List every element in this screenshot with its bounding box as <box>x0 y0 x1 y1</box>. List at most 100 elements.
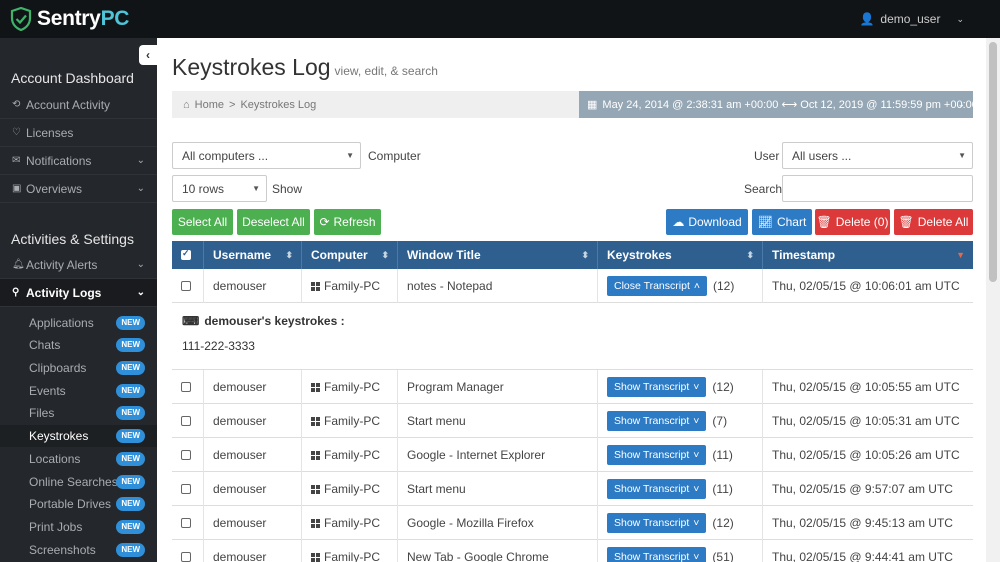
row-checkbox-cell[interactable] <box>172 404 204 438</box>
sidebar-collapse-button[interactable]: ‹ <box>139 45 157 65</box>
row-checkbox-cell[interactable] <box>172 438 204 472</box>
windows-icon <box>311 281 320 291</box>
row-checkbox-cell[interactable] <box>172 540 204 562</box>
row-checkbox-cell[interactable] <box>172 472 204 506</box>
column-header-username[interactable]: Username ⬍ <box>204 241 302 269</box>
table-row[interactable]: demouser Family-PC Start menu Show Trans… <box>172 472 973 506</box>
delete-all-button[interactable]: 🗑︎ Delete All <box>894 209 973 235</box>
username-cell: demouser <box>204 438 302 472</box>
sidebar-item-overviews[interactable]: ▣ Overviews ⌄ <box>0 175 157 203</box>
row-checkbox[interactable] <box>181 382 191 392</box>
computer-cell: Family-PC <box>302 506 398 540</box>
download-button[interactable]: ☁ Download <box>666 209 748 235</box>
table-row[interactable]: demouser Family-PC notes - Notepad Close… <box>172 269 973 303</box>
logo[interactable]: SentryPC <box>10 7 129 31</box>
sidebar-item-events[interactable]: Events NEW <box>0 380 157 402</box>
new-badge: NEW <box>116 452 145 466</box>
select-all-button[interactable]: Select All <box>172 209 233 235</box>
row-checkbox[interactable] <box>181 518 191 528</box>
delete-label: Delete (0) <box>835 215 889 229</box>
chart-label: Chart <box>776 215 807 229</box>
table-row[interactable]: demouser Family-PC Google - Mozilla Fire… <box>172 506 973 540</box>
user-icon: 👤 <box>859 12 875 26</box>
sidebar-item-screenshots[interactable]: Screenshots NEW <box>0 539 157 561</box>
row-checkbox[interactable] <box>181 450 191 460</box>
search-input[interactable] <box>782 175 973 202</box>
sidebar-item-locations[interactable]: Locations NEW <box>0 448 157 470</box>
computer-select[interactable]: All computers ... ▼ <box>172 142 361 169</box>
envelope-icon: ✉ <box>12 155 21 166</box>
transcript-text: 111-222-3333 <box>182 339 255 353</box>
sidebar-item-files[interactable]: Files NEW <box>0 402 157 424</box>
sidebar-item-label: Locations <box>29 452 81 466</box>
sidebar-item-activity-alerts[interactable]: 🔔︎ Activity Alerts ⌄ <box>0 251 157 279</box>
table-row[interactable]: demouser Family-PC New Tab - Google Chro… <box>172 540 973 562</box>
row-checkbox[interactable] <box>181 552 191 562</box>
table-header: Username ⬍ Computer ⬍ Window Title ⬍ Keystr… <box>172 241 973 269</box>
row-checkbox[interactable] <box>181 281 191 291</box>
sidebar-item-notifications[interactable]: ✉ Notifications ⌄ <box>0 147 157 175</box>
cloud-download-icon: ☁ <box>672 215 685 229</box>
row-checkbox-cell[interactable] <box>172 269 204 303</box>
row-checkbox[interactable] <box>181 484 191 494</box>
header-checkbox-cell[interactable] <box>172 241 204 269</box>
user-menu[interactable]: 👤 demo_user ⌄ <box>859 12 964 26</box>
sidebar-item-label: Account Activity <box>26 97 111 112</box>
top-bar: SentryPC 👤 demo_user ⌄ <box>0 0 1000 38</box>
timestamp-cell: Thu, 02/05/15 @ 10:05:26 am UTC <box>772 448 960 462</box>
window-title-cell: notes - Notepad <box>398 269 598 303</box>
chevron-down-icon: ⌄ <box>136 155 145 166</box>
show-transcript-button[interactable]: Show Transcript ˅ <box>607 513 707 533</box>
sidebar-item-activity-logs[interactable]: ⚲ Activity Logs ⌄ <box>0 279 157 307</box>
computer-cell: Family-PC <box>302 370 398 404</box>
table-row[interactable]: demouser Family-PC Google - Internet Exp… <box>172 438 973 472</box>
user-name: demo_user <box>880 12 941 26</box>
close-transcript-button[interactable]: Close Transcript ˄ <box>607 276 707 296</box>
sidebar-item-online-searches[interactable]: Online Searches NEW <box>0 471 157 493</box>
chevron-down-icon: ⌄ <box>136 287 145 298</box>
scrollbar-thumb[interactable] <box>989 42 997 282</box>
column-header-window-title[interactable]: Window Title ⬍ <box>398 241 598 269</box>
show-transcript-button[interactable]: Show Transcript ˅ <box>607 411 707 431</box>
keystrokes-cell: Show Transcript ˅ (7) <box>598 404 763 438</box>
show-transcript-button[interactable]: Show Transcript ˅ <box>607 479 707 499</box>
chart-button[interactable]: 📈︎ Chart <box>752 209 812 235</box>
chevron-down-icon: ⌄ <box>136 183 145 194</box>
column-header-computer[interactable]: Computer ⬍ <box>302 241 398 269</box>
row-checkbox[interactable] <box>181 416 191 426</box>
table-row[interactable]: demouser Family-PC Start menu Show Trans… <box>172 404 973 438</box>
keystroke-count: (11) <box>712 482 733 496</box>
row-checkbox-cell[interactable] <box>172 370 204 404</box>
sidebar-item-licenses[interactable]: ♡ Licenses <box>0 119 157 147</box>
sidebar-item-applications[interactable]: Applications NEW <box>0 312 157 334</box>
keyboard-icon: ⌨ <box>182 314 200 328</box>
column-header-keystrokes[interactable]: Keystrokes ⬍ <box>598 241 763 269</box>
user-label: User <box>754 149 780 163</box>
sidebar-item-chats[interactable]: Chats NEW <box>0 334 157 356</box>
refresh-button[interactable]: ⟳ Refresh <box>314 209 381 235</box>
column-header-label: Timestamp <box>772 248 836 262</box>
user-select[interactable]: All users ... ▼ <box>782 142 973 169</box>
show-transcript-button[interactable]: Show Transcript ˅ <box>607 445 707 465</box>
delete-button[interactable]: 🗑︎ Delete (0) <box>815 209 890 235</box>
show-transcript-button[interactable]: Show Transcript ˅ <box>607 377 707 397</box>
date-range-picker[interactable]: ▦ May 24, 2014 @ 2:38:31 am +00:00 ⟷ Oct… <box>579 91 978 118</box>
rows-select[interactable]: 10 rows ▼ <box>172 175 267 202</box>
refresh-label: Refresh <box>333 215 376 229</box>
sidebar-item-clipboards[interactable]: Clipboards NEW <box>0 357 157 379</box>
deselect-all-button[interactable]: Deselect All <box>237 209 310 235</box>
breadcrumb-home[interactable]: Home <box>195 99 224 111</box>
sidebar-item-keystrokes[interactable]: Keystrokes NEW <box>0 425 157 447</box>
row-checkbox-cell[interactable] <box>172 506 204 540</box>
sidebar-item-print-jobs[interactable]: Print Jobs NEW <box>0 516 157 538</box>
page-scrollbar[interactable] <box>986 38 1000 562</box>
column-header-timestamp[interactable]: Timestamp ▼ <box>763 241 973 269</box>
heartbeat-icon: ♡ <box>12 127 21 138</box>
sidebar-item-account-activity[interactable]: ⟲ Account Activity <box>0 91 157 119</box>
windows-icon <box>311 484 320 494</box>
table-row[interactable]: demouser Family-PC Program Manager Show … <box>172 370 973 404</box>
caret-down-icon: ▼ <box>252 184 260 193</box>
sidebar-item-portable-drives[interactable]: Portable Drives NEW <box>0 493 157 515</box>
show-transcript-button[interactable]: Show Transcript ˅ <box>607 547 707 562</box>
select-all-checkbox[interactable] <box>181 248 191 260</box>
